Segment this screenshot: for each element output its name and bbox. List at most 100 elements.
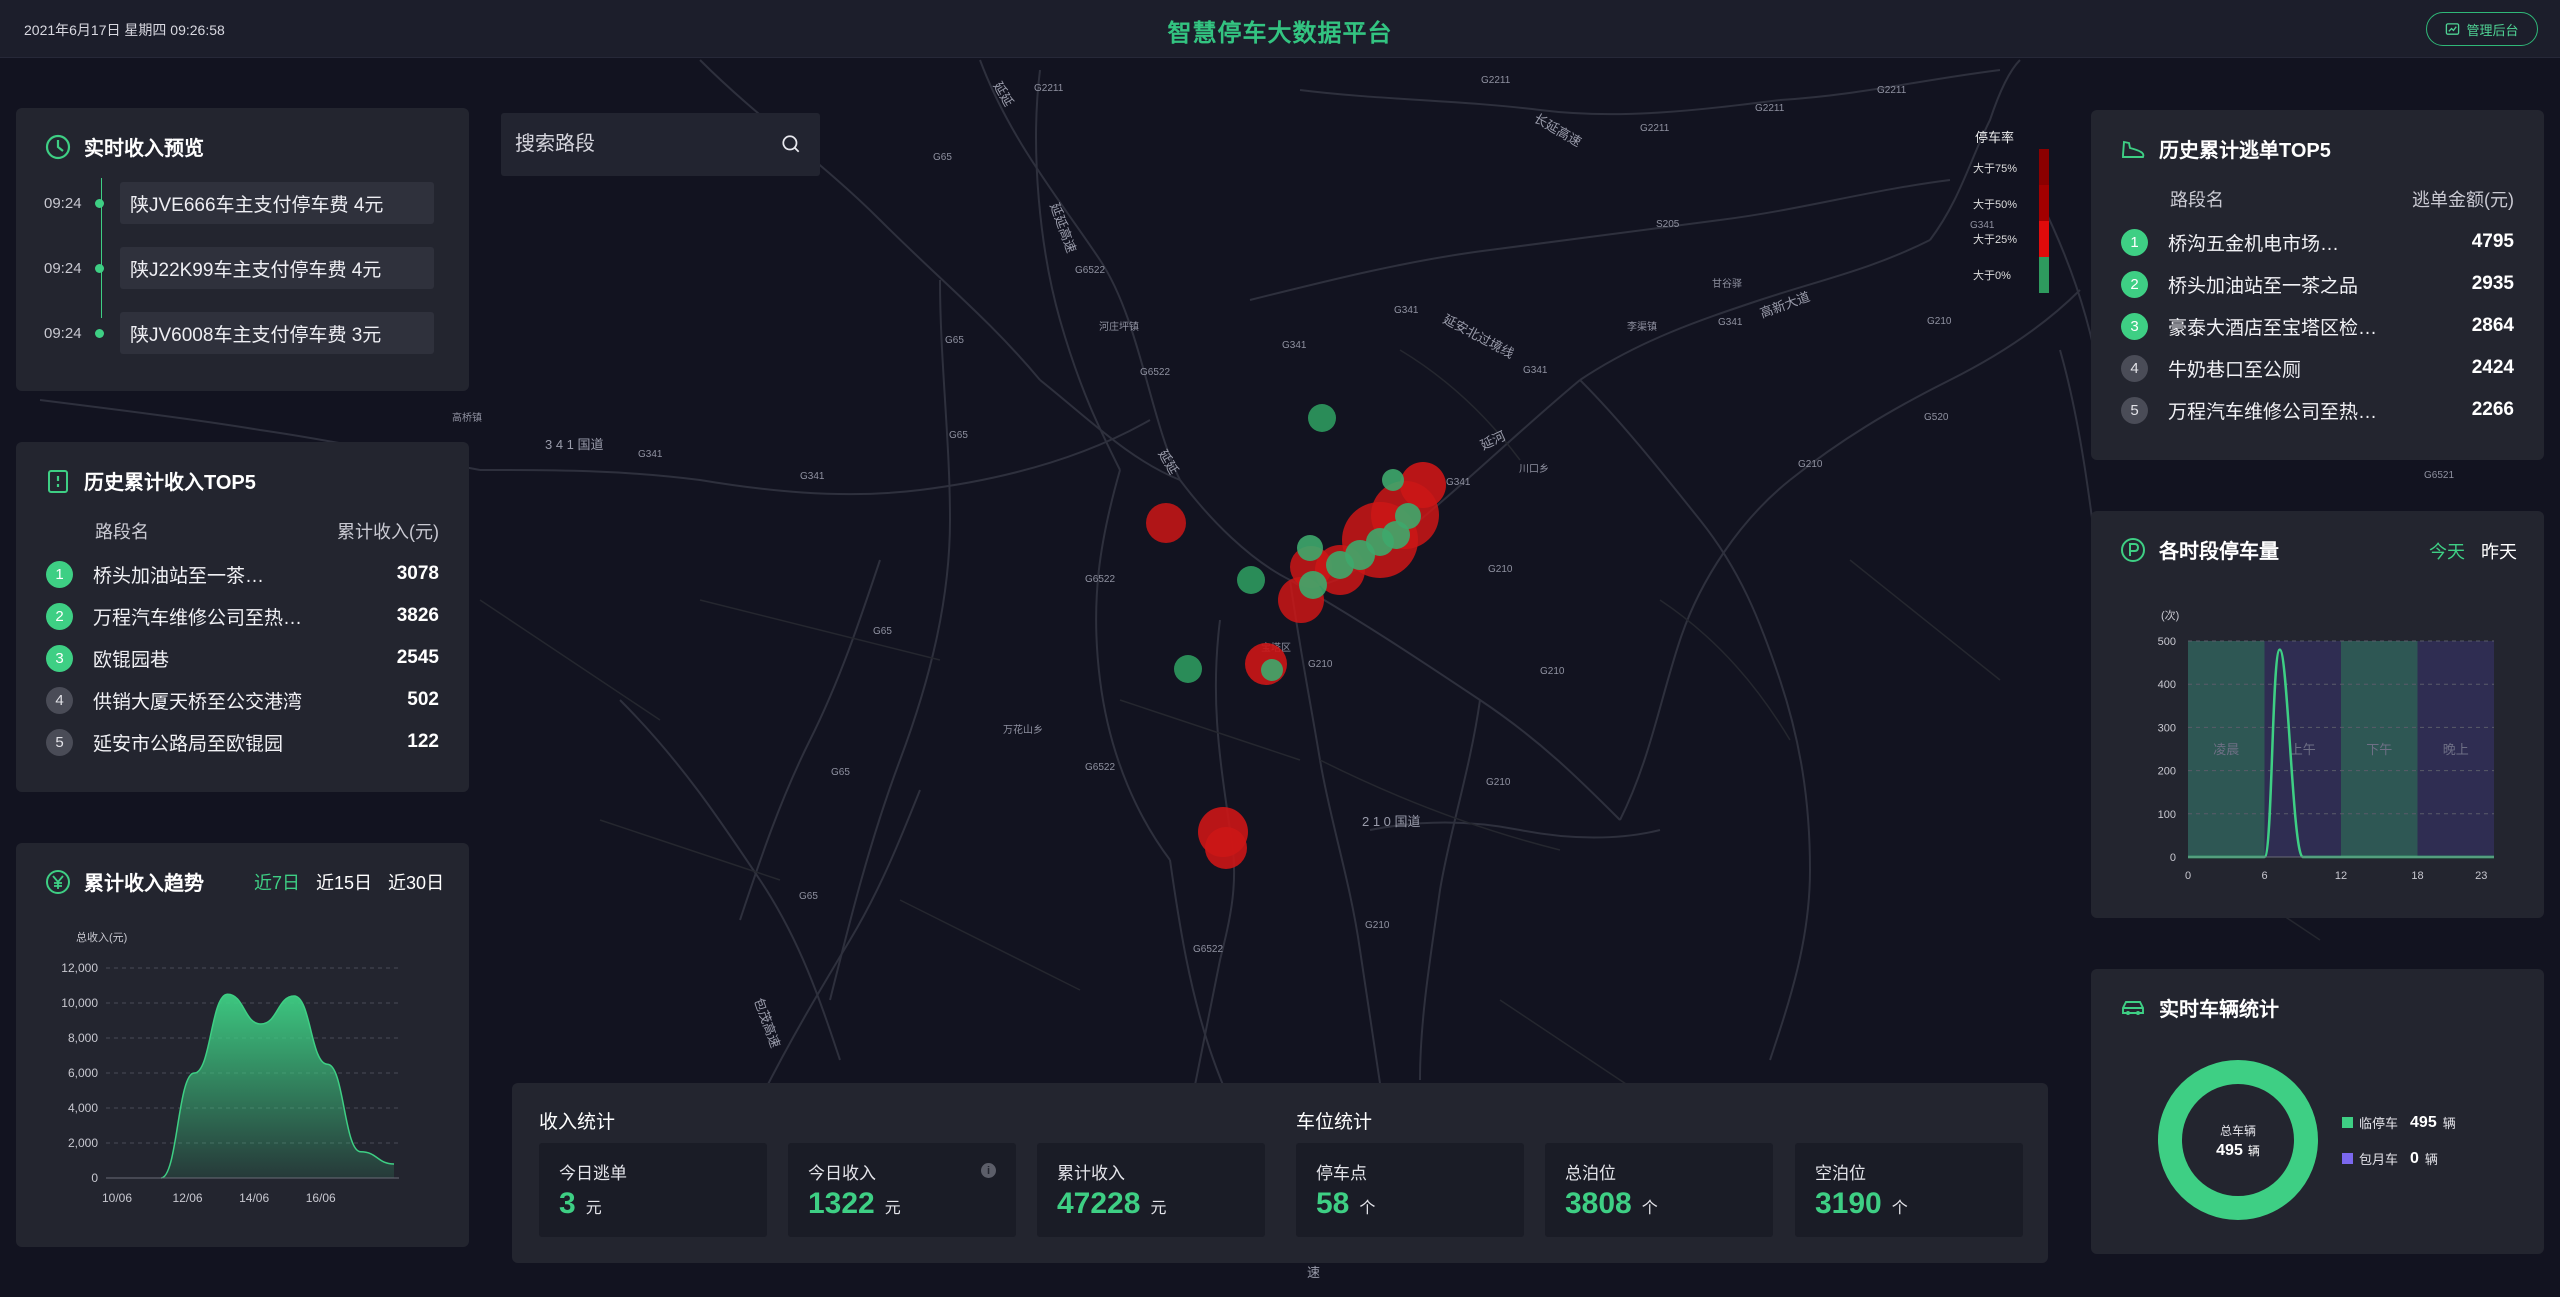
band-label: 凌晨 xyxy=(2213,742,2239,757)
range-tabs: 近7日 近15日 近30日 xyxy=(254,869,444,895)
svg-text:河庄坪镇: 河庄坪镇 xyxy=(1099,320,1139,333)
svg-text:G65: G65 xyxy=(831,767,850,778)
band-label: 下午 xyxy=(2366,742,2392,757)
table-row[interactable]: 5 万程汽车维修公司至热… 2266 xyxy=(2121,396,2514,424)
x-tick-label: 12/06 xyxy=(173,1191,203,1205)
timeline-item: 09:24 陕J22K99车主支付停车费 4元 xyxy=(44,247,434,289)
stat-free-spaces: 空泊位 3190 个 xyxy=(1795,1143,2023,1237)
timeline-item: 09:24 陕JVE666车主支付停车费 4元 xyxy=(44,182,434,224)
x-tick-label: 10/06 xyxy=(102,1191,132,1205)
panel-title: 历史累计逃单TOP5 xyxy=(2119,134,2331,163)
y-tick-label: 0 xyxy=(91,1171,98,1185)
table-row[interactable]: 3 欧锟园巷 2545 xyxy=(46,644,439,672)
shoe-icon xyxy=(2122,140,2145,158)
svg-text:G65: G65 xyxy=(945,335,964,346)
tab-today[interactable]: 今天 xyxy=(2429,538,2465,564)
road-search-box[interactable] xyxy=(501,113,820,176)
vehicle-stats-panel: 实时车辆统计 总车辆 495 辆 xyxy=(2091,969,2544,1254)
parking-icon xyxy=(2121,537,2145,562)
info-icon[interactable]: i xyxy=(981,1163,996,1178)
svg-text:G210: G210 xyxy=(1308,659,1333,670)
page-title: 智慧停车大数据平台 xyxy=(1167,20,1393,47)
svg-text:2 1 0 国道: 2 1 0 国道 xyxy=(1362,814,1421,829)
table-row[interactable]: 2 桥头加油站至一茶之品 2935 xyxy=(2121,270,2514,298)
car-icon xyxy=(2122,1000,2144,1015)
ranking-icon xyxy=(48,469,68,493)
y-tick-label: 0 xyxy=(2170,852,2176,864)
svg-text:G65: G65 xyxy=(949,430,968,441)
income-stats-title: 收入统计 xyxy=(539,1112,616,1133)
svg-text:3 4 1 国道: 3 4 1 国道 xyxy=(545,437,604,452)
space-stats-title: 车位统计 xyxy=(1296,1112,1373,1133)
tab-30-days[interactable]: 近30日 xyxy=(388,869,444,895)
svg-text:S205: S205 xyxy=(1656,219,1680,230)
donut-center-value: 495 xyxy=(2216,1142,2243,1159)
y-tick-label: 400 xyxy=(2158,679,2176,691)
svg-text:G341: G341 xyxy=(1446,477,1471,488)
svg-text:G2211: G2211 xyxy=(1481,75,1511,86)
panel-title-text: 实时收入预览 xyxy=(84,138,204,160)
x-tick-label: 16/06 xyxy=(306,1191,336,1205)
table-row[interactable]: 3 豪泰大酒店至宝塔区检… 2864 xyxy=(2121,312,2514,340)
legend-title: 停车率 xyxy=(1975,130,2015,145)
road-search-input[interactable] xyxy=(515,113,765,176)
panel-title-text: 历史累计收入TOP5 xyxy=(84,472,256,494)
panel-title: 实时收入预览 xyxy=(44,132,204,161)
donut-legend-item: 包月车 0 辆 xyxy=(2342,1149,2438,1168)
table-row[interactable]: 1 桥沟五金机电市场… 4795 xyxy=(2121,228,2514,256)
svg-text:G210: G210 xyxy=(1488,564,1513,575)
top-header: 2021年6月17日 星期四 09:26:58 智慧停车大数据平台 管理后台 xyxy=(0,0,2560,58)
panel-title: 累计收入趋势 xyxy=(44,867,204,896)
x-tick-label: 23 xyxy=(2475,870,2487,882)
search-icon[interactable] xyxy=(780,133,802,155)
legend-swatch xyxy=(2039,221,2049,257)
panel-title-text: 累计收入趋势 xyxy=(84,873,204,895)
svg-text:G341: G341 xyxy=(1523,365,1548,376)
day-tabs: 今天 昨天 xyxy=(2429,538,2517,564)
tab-15-days[interactable]: 近15日 xyxy=(316,869,372,895)
svg-text:G210: G210 xyxy=(1540,666,1565,677)
svg-text:G6522: G6522 xyxy=(1085,574,1115,585)
y-tick-label: 8,000 xyxy=(68,1031,98,1045)
svg-text:G6522: G6522 xyxy=(1085,762,1115,773)
svg-text:G341: G341 xyxy=(1718,317,1743,328)
svg-text:G6521: G6521 xyxy=(2424,470,2454,481)
svg-text:G520: G520 xyxy=(1924,412,1949,423)
x-tick-label: 0 xyxy=(2185,870,2191,882)
svg-text:G65: G65 xyxy=(933,152,952,163)
stat-total-income: 累计收入 47228 元 xyxy=(1037,1143,1265,1237)
yuan-icon xyxy=(46,869,70,894)
stat-parking-points: 停车点 58 个 xyxy=(1296,1143,1524,1237)
legend-item: 大于75% xyxy=(1973,163,2018,175)
table-row[interactable]: 1 桥头加油站至一茶… 3078 xyxy=(46,560,439,588)
panel-title-text: 各时段停车量 xyxy=(2159,541,2279,563)
svg-text:G210: G210 xyxy=(1486,777,1511,788)
svg-text:G6522: G6522 xyxy=(1193,944,1223,955)
svg-text:速: 速 xyxy=(1307,1265,1320,1280)
tab-7-days[interactable]: 近7日 xyxy=(254,869,300,895)
panel-title-text: 实时车辆统计 xyxy=(2159,999,2279,1021)
legend-swatch xyxy=(2039,185,2049,221)
svg-text:G2211: G2211 xyxy=(1755,103,1785,114)
svg-text:甘谷驿: 甘谷驿 xyxy=(1712,277,1742,290)
table-row[interactable]: 2 万程汽车维修公司至热… 3826 xyxy=(46,602,439,630)
svg-text:G6522: G6522 xyxy=(1075,265,1105,276)
y-tick-label: 500 xyxy=(2158,636,2176,648)
table-row[interactable]: 4 牛奶巷口至公厕 2424 xyxy=(2121,354,2514,382)
band-label: 上午 xyxy=(2290,742,2316,757)
income-top5-panel: 历史累计收入TOP5 路段名 累计收入(元) 1 桥头加油站至一茶… 3078 2 万程… xyxy=(16,442,469,792)
panel-title: 各时段停车量 xyxy=(2119,535,2279,564)
svg-text:G2211: G2211 xyxy=(1640,123,1670,134)
stat-today-escape: 今日逃单 3元 xyxy=(539,1143,767,1237)
band-label: 晚上 xyxy=(2443,742,2469,757)
legend-item: 大于50% xyxy=(1973,199,2018,211)
donut-legend-item: 临停车 495 辆 xyxy=(2342,1113,2456,1132)
table-row[interactable]: 5 延安市公路局至欧锟园 122 xyxy=(46,728,439,756)
y-axis-title: 总收入(元) xyxy=(76,930,127,944)
table-header: 路段名 逃单金额(元) xyxy=(2170,190,2514,210)
admin-button[interactable]: 管理后台 xyxy=(2426,12,2538,46)
legend-item: 大于25% xyxy=(1973,234,2018,246)
tab-yesterday[interactable]: 昨天 xyxy=(2481,538,2517,564)
table-row[interactable]: 4 供销大厦天桥至公交港湾 502 xyxy=(46,686,439,714)
svg-text:李渠镇: 李渠镇 xyxy=(1627,320,1657,333)
